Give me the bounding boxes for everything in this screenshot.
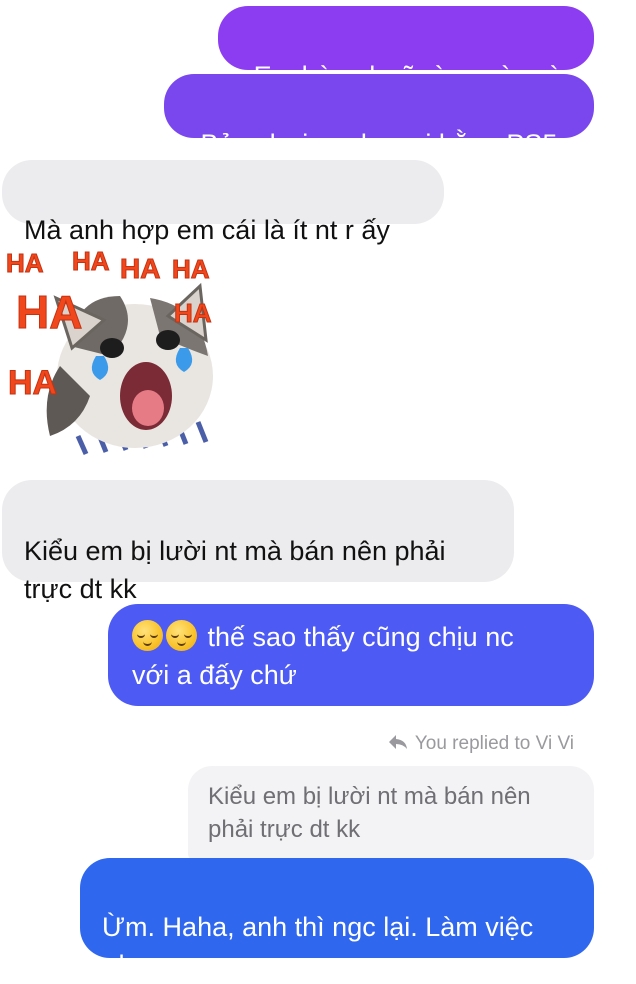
quoted-message-text: Kiểu em bị lười nt mà bán nên phải trực … (208, 783, 531, 843)
message-text: Kiểu em bị lười nt mà bán nên phải trực … (24, 536, 446, 604)
message-text: Ừm. Haha, anh thì ngc lại. Làm việc r họ… (102, 912, 534, 980)
quoted-message[interactable]: Kiểu em bị lười nt mà bán nên phải trực … (188, 766, 594, 860)
reply-arrow-icon (388, 735, 407, 749)
message-bubble-incoming[interactable]: Mà anh hợp em cái là ít nt r ấy (2, 160, 444, 245)
sticker-text: HA (8, 364, 57, 402)
relieved-face-icon (132, 620, 163, 651)
message-bubble-outgoing[interactable]: Bảo chơi em ko vui bằng PS5 (164, 74, 594, 159)
sticker-text: HA (6, 248, 44, 278)
sticker-text: HA (72, 246, 110, 276)
sticker-text: HA (120, 253, 160, 284)
message-bubble-incoming[interactable]: Kiểu em bị lười nt mà bán nên phải trực … (2, 480, 514, 604)
relieved-face-icon (166, 620, 197, 651)
sticker-text: HA (16, 286, 82, 338)
message-bubble-outgoing[interactable]: Ừm. Haha, anh thì ngc lại. Làm việc r họ… (80, 858, 594, 980)
sticker-text: HA (172, 254, 210, 284)
reply-label-text: You replied to Vi Vi (414, 733, 574, 754)
reply-indicator: You replied to Vi Vi (387, 731, 574, 757)
message-bubble-outgoing[interactable]: thế sao thấy cũng chịu nc với a đấy chứ (108, 604, 594, 706)
message-text: Bảo chơi em ko vui bằng PS5 (200, 129, 558, 159)
laughing-cat-sticker[interactable]: HA HA HA HA HA HA HA (0, 236, 220, 462)
sticker-text: HA (174, 298, 212, 328)
message-bubble-outgoing[interactable]: Em hù anh rõ ràng còn gì (218, 6, 594, 91)
